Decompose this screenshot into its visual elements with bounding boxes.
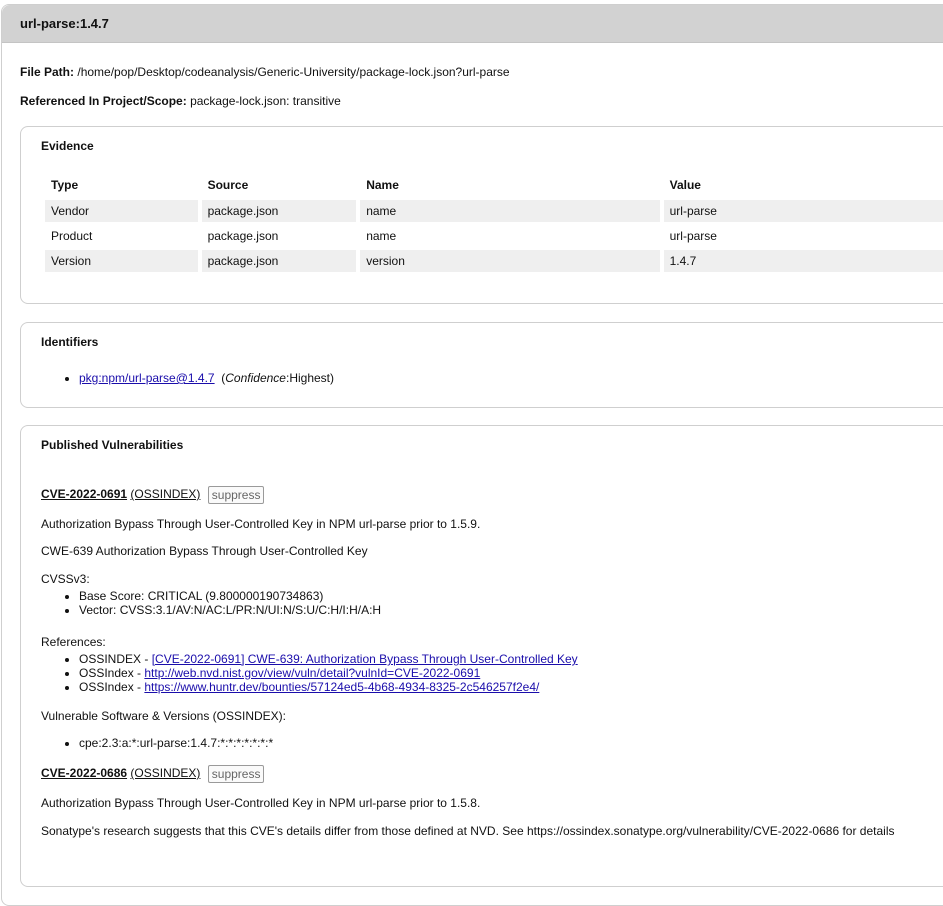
evidence-section: Evidence Type Source Name Value Vendor p… [20,126,943,304]
reference-link[interactable]: https://www.huntr.dev/bounties/57124ed5-… [144,680,539,694]
dependency-title: url-parse:1.4.7 [2,5,943,43]
cvss-title: CVSSv3: [41,572,90,586]
cve-link[interactable]: CVE-2022-0691 [41,487,127,501]
cell-name: version [360,250,660,272]
references-list: OSSINDEX - [CVE-2022-0691] CWE-639: Auth… [41,652,578,694]
referenced-in: Referenced In Project/Scope: package-loc… [20,94,341,108]
column-type: Type [51,178,79,192]
confidence-value: :Highest) [285,371,335,385]
ref-prefix: OSSIndex - [79,666,145,680]
references-title: References: [41,635,106,649]
cell-name: name [366,229,397,243]
vulnerabilities-title: Published Vulnerabilities [41,438,184,452]
vulnerable-software-list: cpe:2.3:a:*:url-parse:1.4.7:*:*:*:*:*:*:… [41,736,273,750]
confidence-label: Confidence [225,371,286,385]
cell-value: url-parse [663,200,943,222]
list-item: pkg:npm/url-parse@1.4.7 (Confidence:High… [79,371,334,385]
evidence-header-row: Type Source Name Value [45,173,943,197]
reference-link[interactable]: [CVE-2022-0691] CWE-639: Authorization B… [152,652,578,666]
cve-heading: CVE-2022-0686 (OSSINDEX) suppress [41,765,265,783]
column-source: Source [207,178,249,192]
cell-source: package.json [207,229,279,243]
list-item: OSSIndex - http://web.nvd.nist.gov/view/… [79,666,578,680]
cve-source: (OSSINDEX) [130,487,201,502]
cell-source: package.json [201,250,357,272]
cve-source: (OSSINDEX) [130,766,201,781]
cell-type: Vendor [45,200,198,222]
identifiers-section: Identifiers pkg:npm/url-parse@1.4.7 (Con… [20,322,943,408]
evidence-table: Type Source Name Value Vendor package.js… [41,170,943,275]
table-row: Version package.json version 1.4.7 [45,250,943,272]
vulnerabilities-section: Published Vulnerabilities CVE-2022-0691 … [20,425,943,887]
column-value: Value [669,178,701,192]
cell-name: name [360,200,660,222]
suppress-button[interactable]: suppress [207,765,265,783]
cve-description: Authorization Bypass Through User-Contro… [41,517,481,531]
reference-link[interactable]: http://web.nvd.nist.gov/view/vuln/detail… [144,666,480,680]
identifier-link[interactable]: pkg:npm/url-parse@1.4.7 [79,371,215,385]
file-path: File Path: /home/pop/Desktop/codeanalysi… [20,65,510,79]
cvss-list: Base Score: CRITICAL (9.800000190734863)… [41,589,381,617]
ref-prefix: OSSIndex - [79,680,145,694]
cwe-text: CWE-639 Authorization Bypass Through Use… [41,544,368,558]
table-row: Product package.json name url-parse [45,225,943,247]
list-item: OSSIndex - https://www.huntr.dev/bountie… [79,680,578,694]
cell-type: Product [51,229,93,243]
cve-link[interactable]: CVE-2022-0686 [41,766,127,780]
cell-value: 1.4.7 [663,250,943,272]
cve-description: Authorization Bypass Through User-Contro… [41,796,481,810]
evidence-title: Evidence [41,139,94,153]
cell-type: Version [45,250,198,272]
column-name: Name [366,178,399,192]
referenced-label: Referenced In Project/Scope: [20,94,187,108]
file-path-value: /home/pop/Desktop/codeanalysis/Generic-U… [77,65,510,79]
file-path-label: File Path: [20,65,75,79]
table-row: Vendor package.json name url-parse [45,200,943,222]
identifiers-list: pkg:npm/url-parse@1.4.7 (Confidence:High… [41,371,334,385]
list-item: Vector: CVSS:3.1/AV:N/AC:L/PR:N/UI:N/S:U… [79,603,381,617]
suppress-button[interactable]: suppress [207,486,265,504]
list-item: cpe:2.3:a:*:url-parse:1.4.7:*:*:*:*:*:*:… [79,736,273,750]
referenced-value: package-lock.json: transitive [190,94,341,108]
list-item: OSSINDEX - [CVE-2022-0691] CWE-639: Auth… [79,652,578,666]
cell-source: package.json [201,200,357,222]
vulnerable-software-title: Vulnerable Software & Versions (OSSINDEX… [41,709,286,723]
cve-heading: CVE-2022-0691 (OSSINDEX) suppress [41,486,265,504]
cell-value: url-parse [669,229,717,243]
identifiers-title: Identifiers [41,335,99,349]
cve-note: Sonatype's research suggests that this C… [41,824,895,838]
list-item: Base Score: CRITICAL (9.800000190734863) [79,589,381,603]
ref-prefix: OSSINDEX - [79,652,152,666]
